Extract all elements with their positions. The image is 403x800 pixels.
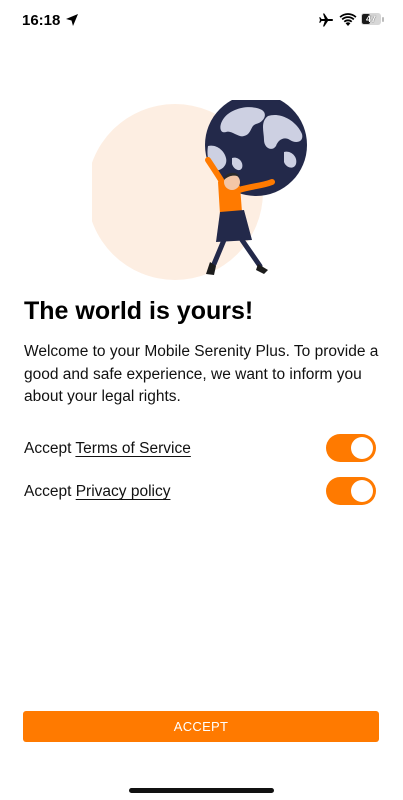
consent-label: Accept Terms of Service — [24, 440, 191, 458]
consent-label: Accept Privacy policy — [24, 483, 170, 501]
accept-prefix: Accept — [24, 483, 72, 500]
toggle-knob — [351, 480, 373, 502]
terms-of-service-link[interactable]: Terms of Service — [75, 440, 190, 457]
toggle-knob — [351, 437, 373, 459]
battery-level: 47 — [365, 14, 376, 24]
terms-toggle[interactable] — [326, 434, 376, 462]
accept-prefix: Accept — [24, 440, 72, 457]
status-time: 16:18 — [22, 12, 61, 29]
privacy-consent-row: Accept Privacy policy — [24, 477, 379, 507]
terms-consent-row: Accept Terms of Service — [24, 434, 379, 464]
wifi-icon — [339, 13, 357, 26]
home-indicator — [129, 788, 274, 793]
intro-text: Welcome to your Mobile Serenity Plus. To… — [24, 343, 379, 405]
battery-icon: 47 — [361, 13, 385, 26]
woman-holding-globe-illustration — [92, 100, 307, 280]
accept-button[interactable]: ACCEPT — [23, 711, 379, 742]
page-title: The world is yours! — [24, 297, 254, 325]
location-arrow-icon — [66, 14, 78, 26]
status-bar: 16:18 47 — [0, 0, 403, 44]
airplane-icon — [319, 13, 333, 27]
privacy-toggle[interactable] — [326, 477, 376, 505]
privacy-policy-link[interactable]: Privacy policy — [76, 483, 171, 500]
